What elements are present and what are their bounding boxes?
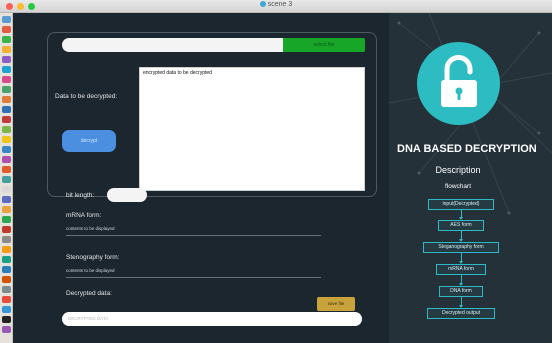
dock-app-icon[interactable]: [2, 126, 11, 133]
unlocked-padlock-icon: [417, 42, 500, 125]
flowchart-step: mRNA form: [436, 264, 486, 275]
dock-app-icon[interactable]: [2, 106, 11, 113]
dock-app-icon[interactable]: [2, 186, 11, 193]
flowchart-arrow: [459, 275, 463, 286]
dock: [0, 13, 13, 343]
save-file-button[interactable]: save file: [317, 297, 355, 311]
window-title: scene 3: [267, 1, 293, 8]
steganography-form-divider: [66, 277, 321, 278]
flowchart-arrow: [459, 297, 463, 308]
dock-app-icon[interactable]: [2, 16, 11, 23]
mrna-form-label: mRNA form:: [66, 212, 102, 219]
flowchart-step: Decrypted output: [427, 308, 495, 319]
bit-length-field[interactable]: [107, 188, 147, 202]
dock-app-icon[interactable]: [2, 256, 11, 263]
file-path-field[interactable]: [62, 38, 286, 52]
decrypted-data-label: Decrypted data:: [66, 290, 112, 297]
dock-app-icon[interactable]: [2, 316, 11, 323]
window-titlebar: scene 3: [0, 0, 552, 13]
data-to-decrypt-textarea[interactable]: encrypted data to be decrypted: [139, 67, 365, 191]
flowchart-step: Steganography form: [423, 242, 499, 253]
select-file-button[interactable]: select file: [283, 38, 365, 52]
dock-app-icon[interactable]: [2, 206, 11, 213]
flowchart-step: input(Decrypted): [428, 199, 494, 210]
dock-app-icon[interactable]: [2, 136, 11, 143]
dock-app-icon[interactable]: [2, 36, 11, 43]
dock-app-icon[interactable]: [2, 86, 11, 93]
steganography-form-label: Stenography form:: [66, 254, 120, 261]
dock-app-icon[interactable]: [2, 176, 11, 183]
dock-app-icon[interactable]: [2, 306, 11, 313]
dock-app-icon[interactable]: [2, 46, 11, 53]
flowchart-step: AES form: [438, 220, 484, 231]
steganography-form-value: contents to be displayed: [66, 268, 115, 273]
data-to-decrypt-label: Data to be decrypted:: [55, 93, 118, 100]
mrna-form-divider: [66, 235, 321, 236]
dock-app-icon[interactable]: [2, 326, 11, 333]
mrna-form-value: contents to be displayed: [66, 226, 115, 231]
dock-app-icon[interactable]: [2, 276, 11, 283]
flowchart-arrow: [459, 253, 463, 264]
dock-app-icon[interactable]: [2, 266, 11, 273]
description-heading: Description: [435, 165, 481, 175]
dock-app-icon[interactable]: [2, 286, 11, 293]
flowchart-step: DNA form: [439, 286, 483, 297]
dock-app-icon[interactable]: [2, 96, 11, 103]
dock-app-icon[interactable]: [2, 296, 11, 303]
dock-app-icon[interactable]: [2, 146, 11, 153]
dock-app-icon[interactable]: [2, 166, 11, 173]
decrypted-data-field[interactable]: DECRYPTED DATA: [62, 312, 362, 326]
dock-app-icon[interactable]: [2, 196, 11, 203]
form-panel: select file Data to be decrypted: encryp…: [13, 13, 389, 343]
dock-app-icon[interactable]: [2, 56, 11, 63]
dock-app-icon[interactable]: [2, 116, 11, 123]
app-window: select file Data to be decrypted: encryp…: [13, 13, 552, 343]
bit-length-label: bit length:: [66, 192, 95, 199]
info-panel: DNA BASED DECRYPTION Description flowcha…: [389, 13, 552, 343]
dock-app-icon[interactable]: [2, 246, 11, 253]
dock-app-icon[interactable]: [2, 236, 11, 243]
dock-app-icon[interactable]: [2, 216, 11, 223]
dock-app-icon[interactable]: [2, 76, 11, 83]
dock-app-icon[interactable]: [2, 26, 11, 33]
dock-app-icon[interactable]: [2, 226, 11, 233]
flowchart-heading: flowchart: [444, 183, 471, 190]
dock-app-icon[interactable]: [2, 66, 11, 73]
dock-app-icon[interactable]: [2, 156, 11, 163]
decrypt-button[interactable]: decrypt: [62, 130, 116, 152]
flowchart-arrow: [459, 231, 463, 242]
app-icon: [259, 1, 266, 7]
app-heading: DNA BASED DECRYPTION: [397, 143, 537, 155]
flowchart-arrow: [459, 210, 463, 220]
window-title-area: scene 3: [0, 1, 552, 8]
